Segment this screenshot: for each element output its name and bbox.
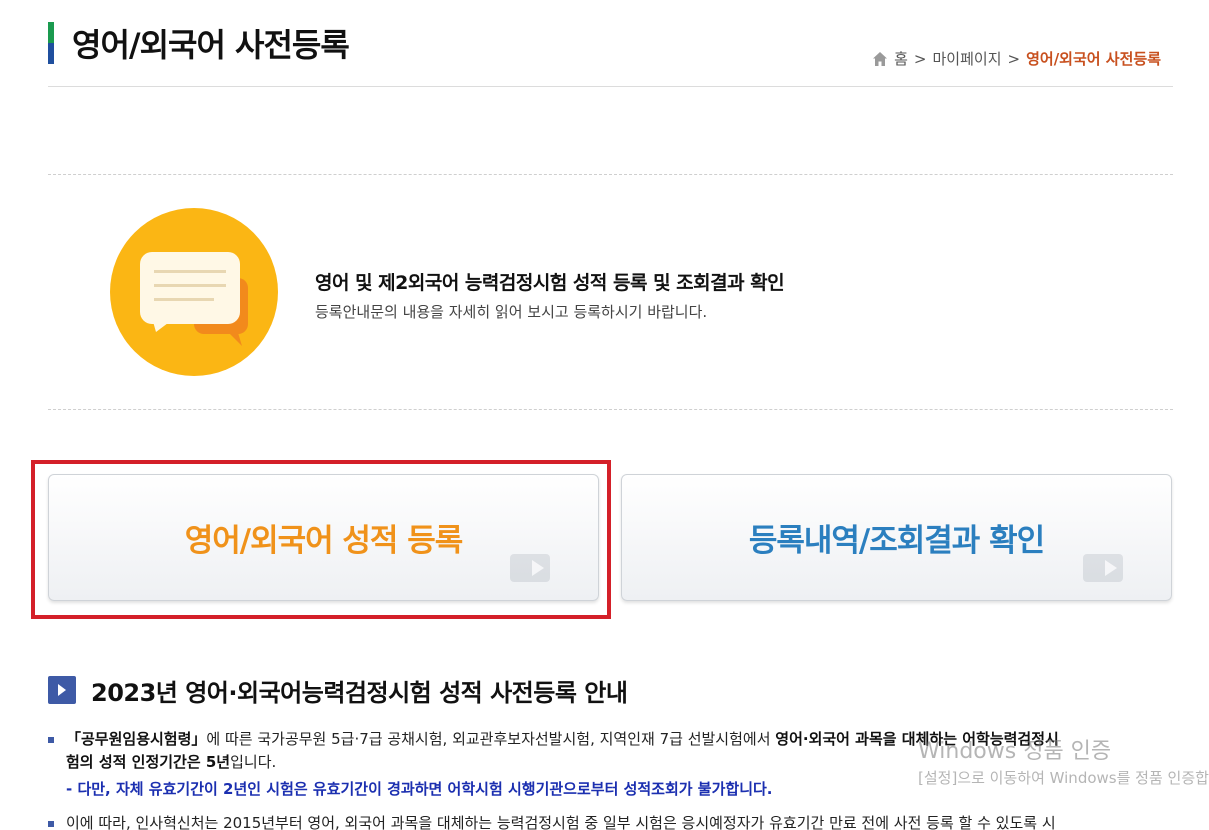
- notice-text: 입니다.: [230, 753, 277, 771]
- chat-bubbles-icon: [110, 208, 278, 376]
- intro-top-divider: [48, 174, 1173, 175]
- intro-subtext: 등록안내문의 내용을 자세히 읽어 보시고 등록하시기 바랍니다.: [315, 303, 708, 321]
- play-arrow-icon: [48, 676, 76, 704]
- windows-activation-watermark: Windows 정품 인증 [설정]으로 이동하여 Windows를 정품 인증…: [918, 733, 1209, 788]
- title-accent-bar: [48, 22, 54, 64]
- intro-heading: 영어 및 제2외국어 능력검정시험 성적 등록 및 조회결과 확인: [315, 272, 785, 294]
- breadcrumb-separator: >: [1007, 49, 1021, 68]
- page-title: 영어/외국어 사전등록: [72, 26, 350, 64]
- notice-validity-note: - 다만, 자체 유효기간이 2년인 시험은 유효기간이 경과하면 어학시험 시…: [66, 780, 773, 798]
- bullet: [48, 821, 54, 827]
- bullet: [48, 737, 54, 743]
- view-results-label: 등록내역/조회결과 확인: [748, 523, 1045, 559]
- watermark-title: Windows 정품 인증: [918, 739, 1112, 764]
- breadcrumb-home[interactable]: 홈: [894, 48, 908, 69]
- breadcrumb-mypage[interactable]: 마이페이지: [933, 48, 1002, 69]
- notice-law-name: 「공무원임용시험령」: [66, 730, 207, 748]
- notice-emphasis: 험의 성적 인정기간은 5년: [66, 753, 231, 771]
- notice-text: 에 따른 국가공무원 5급·7급 공채시험, 외교관후보자선발시험, 지역인재 …: [206, 730, 776, 748]
- register-score-label: 영어/외국어 성적 등록: [184, 523, 464, 559]
- home-icon[interactable]: [872, 51, 888, 67]
- decorative-arrow-icon: [510, 554, 550, 582]
- header-divider: [48, 86, 1173, 87]
- watermark-subtitle: [설정]으로 이동하여 Windows를 정품 인증합니다.: [918, 769, 1209, 787]
- breadcrumb: 홈 > 마이페이지 > 영어/외국어 사전등록: [872, 48, 1161, 69]
- section-title: 2023년 영어·외국어능력검정시험 성적 사전등록 안내: [91, 679, 628, 707]
- view-results-button[interactable]: 등록내역/조회결과 확인: [621, 474, 1172, 601]
- notice-paragraph-2: 이에 따라, 인사혁신처는 2015년부터 영어, 외국어 과목을 대체하는 능…: [66, 814, 1056, 830]
- intro-bottom-divider: [48, 409, 1173, 410]
- register-score-button[interactable]: 영어/외국어 성적 등록: [48, 474, 599, 601]
- decorative-arrow-icon: [1083, 554, 1123, 582]
- breadcrumb-current: 영어/외국어 사전등록: [1026, 50, 1161, 68]
- breadcrumb-separator: >: [913, 49, 927, 68]
